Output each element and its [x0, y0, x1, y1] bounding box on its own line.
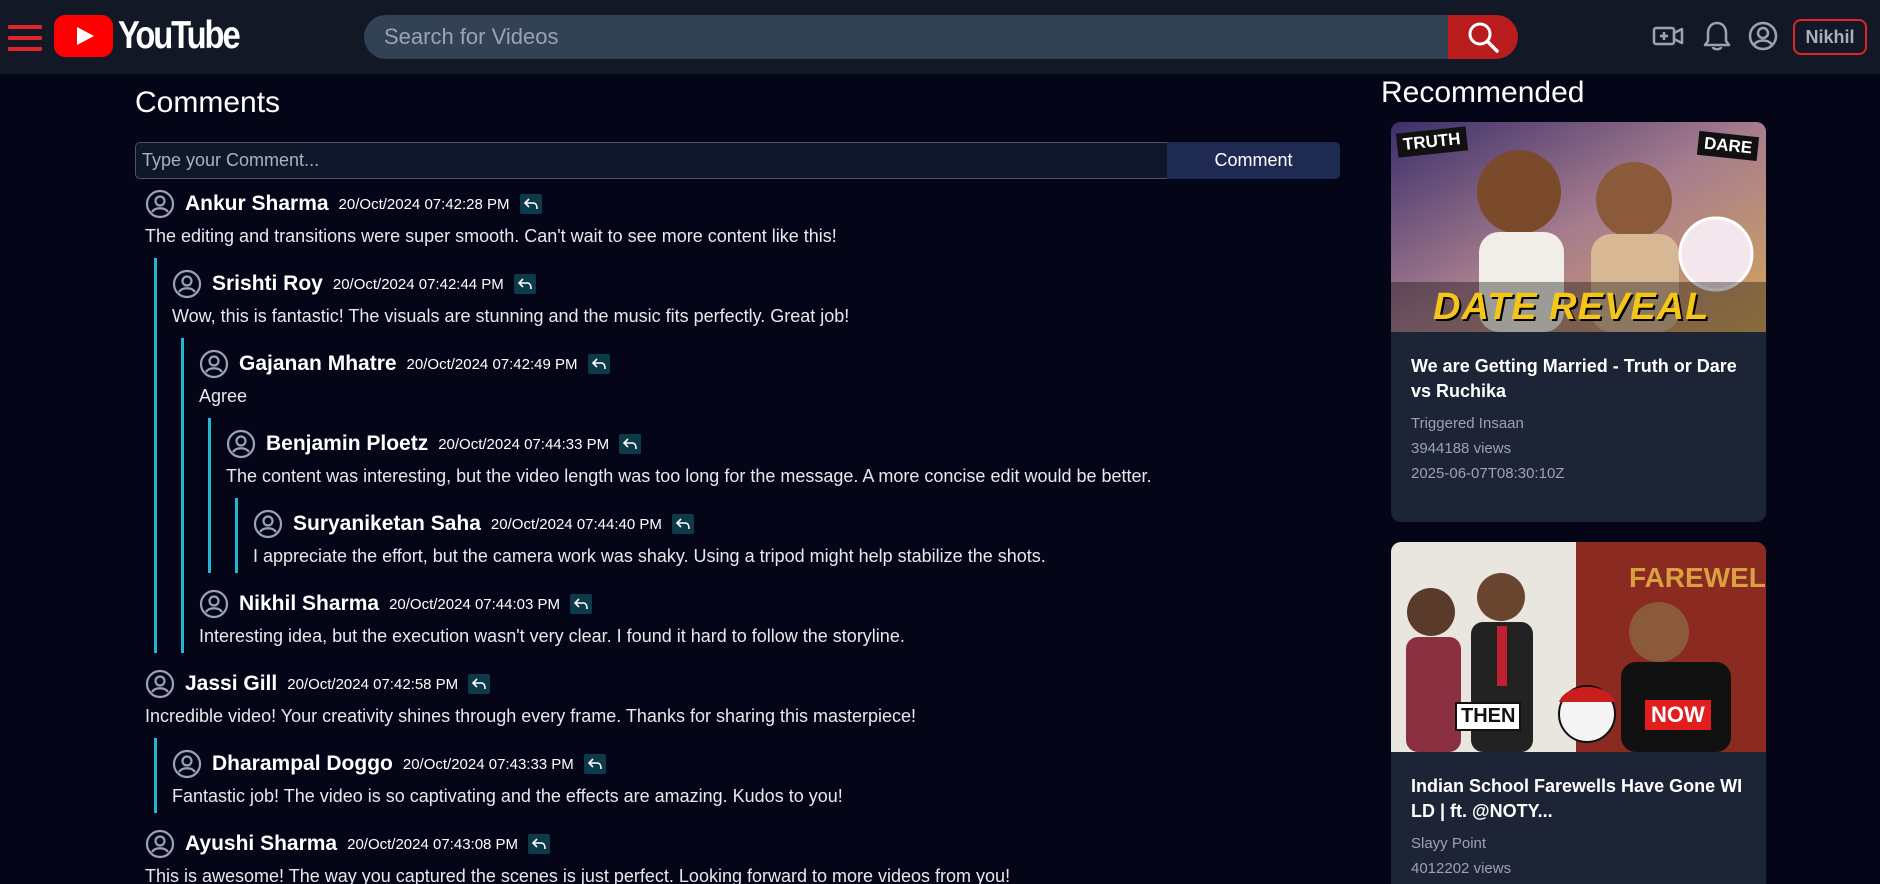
user-profile-button[interactable]: Nikhil	[1793, 19, 1867, 55]
thread-line	[154, 738, 157, 813]
comment-text: The content was interesting, but the vid…	[226, 466, 1152, 486]
comment-submit-button[interactable]: Comment	[1167, 142, 1340, 179]
comment-item: Gajanan Mhatre 20/Oct/2024 07:42:49 PM A…	[199, 348, 610, 407]
comment-author: Dharampal Doggo	[212, 752, 393, 775]
comment-timestamp: 20/Oct/2024 07:44:33 PM	[438, 435, 610, 453]
comment-item: Ankur Sharma 20/Oct/2024 07:42:28 PM The…	[145, 188, 837, 247]
create-video-icon[interactable]	[1652, 20, 1684, 52]
comment-author: Benjamin Ploetz	[266, 432, 429, 455]
notification-bell-icon[interactable]	[1702, 20, 1732, 52]
comment-author: Ayushi Sharma	[185, 832, 338, 855]
comment-text: This is awesome! The way you captured th…	[145, 866, 1011, 884]
reply-icon[interactable]	[528, 834, 551, 854]
reply-icon[interactable]	[619, 434, 642, 454]
hamburger-menu-icon[interactable]	[8, 25, 42, 51]
video-channel[interactable]: Slayy Point	[1411, 834, 1746, 853]
comment-item: Benjamin Ploetz 20/Oct/2024 07:44:33 PM …	[226, 428, 1152, 487]
comment-item: Suryaniketan Saha 20/Oct/2024 07:44:40 P…	[253, 508, 1046, 567]
search-icon	[1468, 22, 1499, 53]
youtube-play-icon	[54, 15, 113, 57]
comment-form: Comment	[135, 142, 1340, 179]
thread-line	[208, 418, 211, 573]
video-views: 4012202 views	[1411, 860, 1512, 877]
comment-text: Incredible video! Your creativity shines…	[145, 706, 917, 726]
user-avatar-icon	[145, 189, 175, 219]
comment-timestamp: 20/Oct/2024 07:44:40 PM	[490, 515, 662, 533]
reply-icon[interactable]	[583, 754, 606, 774]
comment-text: Wow, this is fantastic! The visuals are …	[172, 306, 850, 326]
thread-line	[154, 258, 157, 653]
video-thumbnail[interactable]: TRUTH DARE DATE REVEAL	[1391, 122, 1766, 332]
recommended-heading: Recommended	[1381, 76, 1585, 109]
comment-timestamp: 20/Oct/2024 07:43:08 PM	[347, 835, 519, 853]
user-avatar-icon	[145, 669, 175, 699]
top-navbar: YouTube Nikhil	[0, 0, 1880, 74]
search-bar	[364, 15, 1518, 59]
reply-icon[interactable]	[468, 674, 491, 694]
video-thumbnail[interactable]: THEN NOW FAREWELL	[1391, 542, 1766, 752]
comment-author: Ankur Sharma	[185, 192, 329, 215]
logo-text: YouTube	[118, 14, 241, 57]
comment-item: Srishti Roy 20/Oct/2024 07:42:44 PM Wow,…	[172, 268, 849, 327]
comment-text: The editing and transitions were super s…	[145, 226, 837, 246]
reply-icon[interactable]	[519, 194, 542, 214]
video-channel[interactable]: Triggered Insaan	[1411, 414, 1746, 433]
recommended-video-card[interactable]: THEN NOW FAREWELL Indian School Farewell…	[1391, 542, 1766, 884]
comment-text: Interesting idea, but the execution wasn…	[199, 626, 905, 646]
thumbnail-label-farewell: FAREWELL	[1629, 562, 1766, 593]
search-button[interactable]	[1448, 15, 1518, 59]
comment-timestamp: 20/Oct/2024 07:44:03 PM	[389, 595, 561, 613]
user-avatar-icon	[199, 589, 229, 619]
thread-line	[235, 498, 238, 573]
comment-author: Suryaniketan Saha	[293, 512, 481, 535]
search-input[interactable]	[364, 15, 1448, 59]
comment-input[interactable]	[135, 142, 1167, 179]
comment-author: Nikhil Sharma	[239, 592, 380, 615]
comment-text: Fantastic job! The video is so captivati…	[172, 786, 843, 806]
comment-item: Ayushi Sharma 20/Oct/2024 07:43:08 PM Th…	[145, 828, 1010, 884]
comment-timestamp: 20/Oct/2024 07:42:44 PM	[332, 275, 504, 293]
video-views: 3944188 views	[1411, 440, 1512, 457]
comments-heading: Comments	[135, 86, 281, 119]
user-avatar-icon	[226, 429, 256, 459]
user-avatar-icon	[253, 509, 283, 539]
comment-item: Dharampal Doggo 20/Oct/2024 07:43:33 PM …	[172, 748, 843, 807]
comment-author: Gajanan Mhatre	[239, 352, 397, 375]
comment-author: Jassi Gill	[185, 672, 278, 695]
youtube-logo[interactable]: YouTube	[54, 14, 262, 58]
comment-item: Nikhil Sharma 20/Oct/2024 07:44:03 PM In…	[199, 588, 905, 647]
user-avatar-icon	[199, 349, 229, 379]
user-avatar-icon	[172, 269, 202, 299]
comment-timestamp: 20/Oct/2024 07:42:49 PM	[406, 355, 578, 373]
comment-item: Jassi Gill 20/Oct/2024 07:42:58 PM Incre…	[145, 668, 916, 727]
comment-text: I appreciate the effort, but the camera …	[253, 546, 1046, 566]
reply-icon[interactable]	[671, 514, 694, 534]
video-title[interactable]: We are Getting Married - Truth or Dare v…	[1411, 354, 1746, 404]
user-avatar-icon	[145, 829, 175, 859]
thumbnail-label-then: THEN	[1455, 702, 1522, 731]
video-title[interactable]: Indian School Farewells Have Gone WILD |…	[1411, 774, 1746, 824]
thumbnail-label-now: NOW	[1645, 700, 1711, 730]
reply-icon[interactable]	[570, 594, 593, 614]
account-icon[interactable]	[1747, 20, 1779, 52]
comment-text: Agree	[199, 386, 248, 406]
comment-timestamp: 20/Oct/2024 07:42:28 PM	[338, 195, 510, 213]
comment-author: Srishti Roy	[212, 272, 323, 295]
comment-timestamp: 20/Oct/2024 07:42:58 PM	[287, 675, 459, 693]
video-date: 2025-06-07T08:30:10Z	[1411, 465, 1565, 482]
user-avatar-icon	[172, 749, 202, 779]
thumbnail-label-main: DATE REVEAL	[1433, 286, 1710, 328]
comment-timestamp: 20/Oct/2024 07:43:33 PM	[402, 755, 574, 773]
recommended-video-card[interactable]: TRUTH DARE DATE REVEAL We are Getting Ma…	[1391, 122, 1766, 522]
reply-icon[interactable]	[513, 274, 536, 294]
reply-icon[interactable]	[587, 354, 610, 374]
thread-line	[181, 338, 184, 653]
